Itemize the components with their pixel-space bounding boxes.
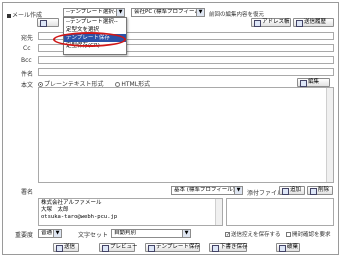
subject-label: 件名 (21, 71, 34, 78)
send-icon (56, 245, 63, 252)
signature-scrollbar[interactable] (215, 199, 222, 225)
mail-icon (40, 20, 47, 27)
chevron-down-icon: ▼ (234, 187, 242, 194)
signature-box[interactable]: 株式会社アルファメール 大塚 太郎 otsuka-taro@webh-pcu.j… (38, 198, 223, 226)
receipt-option: 開封確認を要求 (286, 230, 331, 238)
attachment-list[interactable] (226, 198, 334, 226)
receipt-checkbox[interactable] (286, 232, 291, 237)
body-label: 本文 (21, 82, 34, 89)
chevron-down-icon: ▼ (182, 230, 190, 237)
bcc-field[interactable] (38, 56, 334, 64)
to-pick-button[interactable] (37, 18, 59, 27)
restore-edit-label[interactable]: 前回の編集内容を復元 (209, 10, 264, 18)
save-draft-button[interactable]: 下書き保存 (209, 243, 248, 252)
template-menu-item[interactable]: --テンプレート選択-- (64, 18, 126, 26)
title-bullet-icon (7, 13, 11, 18)
charset-label: 文字セット (78, 232, 109, 239)
charset-select[interactable]: 自動判別 ▼ (111, 229, 191, 238)
chevron-down-icon: ▼ (53, 230, 61, 237)
discard-button[interactable]: 破棄 (276, 243, 300, 252)
body-scrollbar[interactable] (326, 88, 333, 182)
account-select[interactable]: 会社PC (標準プロフィール) ▼ (131, 8, 205, 17)
addressbook-button[interactable]: アドレス帳 (251, 18, 291, 27)
chevron-down-icon: ▼ (116, 9, 124, 16)
priority-select[interactable]: 普通 ▼ (38, 229, 62, 238)
highlight-ring (53, 32, 126, 47)
to-label: 宛先 (21, 35, 34, 42)
attach-remove-button[interactable]: 削除 (307, 186, 333, 195)
attachment-label: 添付ファイル (247, 190, 284, 197)
addressbook-icon (254, 20, 261, 27)
attach-add-button[interactable]: 追加 (279, 186, 305, 195)
chevron-down-icon: ▼ (196, 9, 204, 16)
trash-icon (279, 245, 286, 252)
cc-label: Cc (23, 45, 31, 52)
save-sent-checkbox[interactable]: ✓ (225, 232, 230, 238)
send-button[interactable]: 送信 (53, 243, 79, 252)
signature-label: 署名 (21, 189, 34, 196)
signature-select[interactable]: 基本 (標準プロフィール) ▼ (171, 186, 243, 195)
signature-line: otsuka-taro@webh-pcu.jp (41, 214, 118, 220)
edit-icon (300, 80, 307, 87)
template-select[interactable]: --テンプレート選択-- ▼ (63, 8, 125, 17)
paperclip-icon (282, 188, 289, 195)
edit-button[interactable]: 編集 (297, 78, 330, 87)
delete-icon (310, 188, 317, 195)
draft-icon (212, 245, 219, 252)
save-sent-option: ✓送信控えを保存する (225, 232, 281, 238)
template-icon (148, 245, 155, 252)
mail-compose-window: メール作成 --テンプレート選択-- ▼ 会社PC (標準プロフィール) ▼ 前回の… (2, 2, 339, 255)
signature-line: 株式会社アルファメール (41, 200, 102, 206)
save-template-button[interactable]: テンプレート保存 (145, 243, 200, 252)
send-history-button[interactable]: 送信履歴 (293, 18, 334, 27)
history-icon (296, 20, 303, 27)
subject-field[interactable] (38, 68, 334, 76)
preview-icon (102, 245, 109, 252)
preview-button[interactable]: プレビュー (99, 243, 138, 252)
signature-line: 大塚 太郎 (41, 207, 69, 213)
bcc-label: Bcc (21, 57, 32, 64)
body-textarea[interactable] (38, 87, 334, 183)
priority-label: 重要度 (15, 232, 34, 239)
